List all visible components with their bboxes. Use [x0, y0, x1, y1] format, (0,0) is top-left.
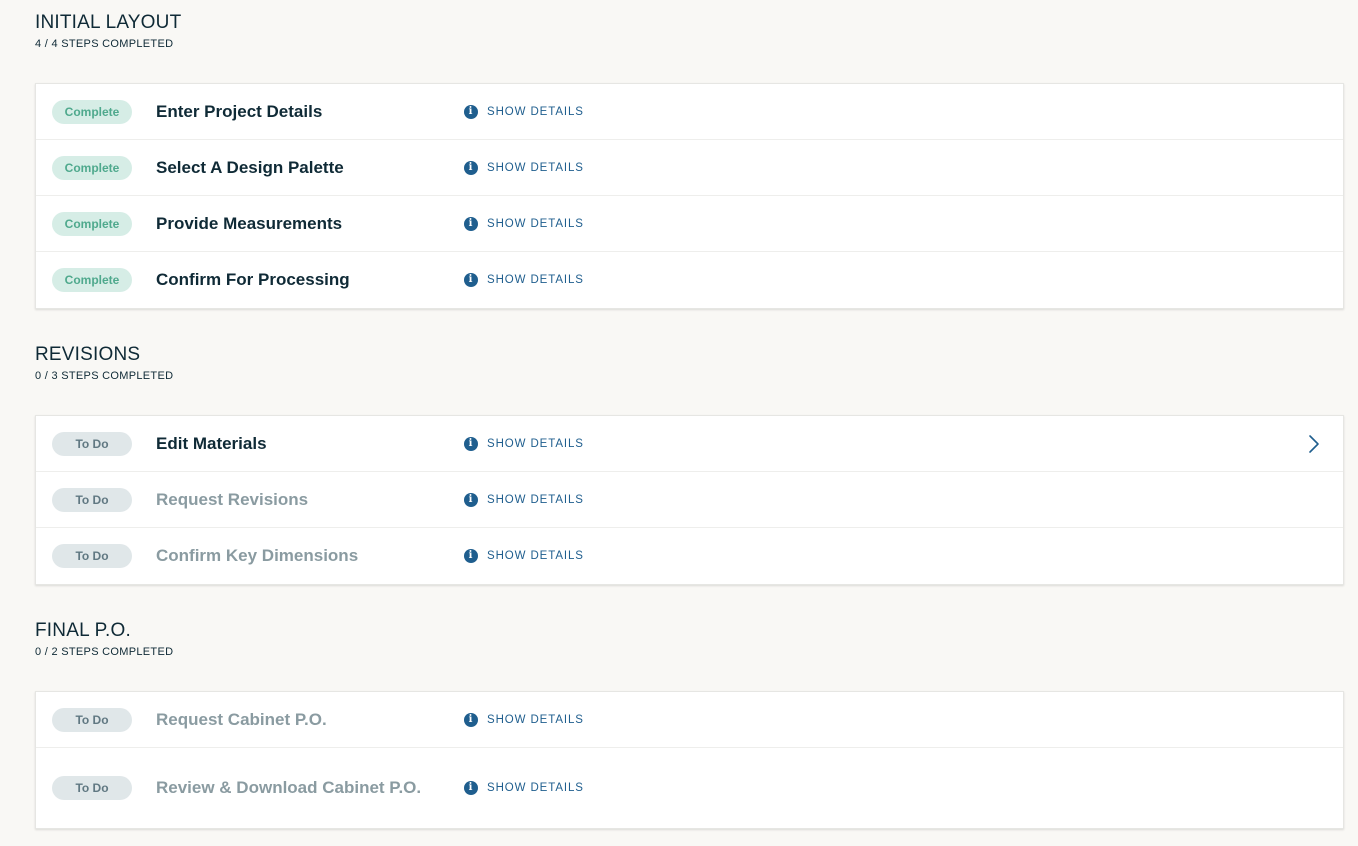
step-title: Provide Measurements: [156, 213, 343, 233]
step-title: Select A Design Palette: [156, 157, 344, 177]
section-progress: 4 / 4 STEPS COMPLETED: [35, 38, 174, 50]
info-icon: i: [464, 273, 478, 287]
info-icon: i: [464, 216, 478, 231]
status-badge: Complete: [52, 155, 132, 180]
section-final-po: FINAL P.O. 0 / 2 STEPS COMPLETED To Do R…: [35, 620, 1344, 829]
step-row-provide-measurements[interactable]: Complete Provide Measurements i SHOW DET…: [36, 196, 1343, 252]
project-steps-page: INITIAL LAYOUT 4 / 4 STEPS COMPLETED Com…: [0, 0, 1358, 846]
show-details-label: SHOW DETAILS: [487, 274, 584, 286]
status-badge: Complete: [52, 211, 132, 236]
info-icon: i: [464, 781, 478, 795]
step-row-confirm-for-processing[interactable]: Complete Confirm For Processing i SHOW D…: [36, 252, 1343, 308]
section-initial-layout: INITIAL LAYOUT 4 / 4 STEPS COMPLETED Com…: [35, 12, 1344, 309]
step-row-edit-materials[interactable]: To Do Edit Materials i SHOW DETAILS: [36, 416, 1343, 472]
show-details-link[interactable]: i SHOW DETAILS: [464, 492, 584, 507]
show-details-link[interactable]: i SHOW DETAILS: [464, 549, 584, 563]
show-details-label: SHOW DETAILS: [487, 217, 584, 230]
status-badge: To Do: [52, 707, 132, 732]
show-details-link[interactable]: i SHOW DETAILS: [464, 436, 584, 451]
status-badge: To Do: [52, 487, 132, 512]
show-details-link[interactable]: i SHOW DETAILS: [464, 273, 584, 287]
status-badge: Complete: [52, 268, 132, 292]
info-icon: i: [464, 549, 478, 563]
info-icon: i: [464, 104, 478, 119]
step-row-request-cabinet-po[interactable]: To Do Request Cabinet P.O. i SHOW DETAIL…: [36, 692, 1343, 748]
section-title: INITIAL LAYOUT: [35, 12, 182, 33]
show-details-link[interactable]: i SHOW DETAILS: [464, 160, 584, 175]
steps-card: To Do Edit Materials i SHOW DETAILS To D…: [35, 415, 1344, 585]
step-title: Enter Project Details: [156, 101, 323, 121]
section-title: REVISIONS: [35, 344, 141, 365]
show-details-link[interactable]: i SHOW DETAILS: [464, 781, 584, 795]
status-badge: To Do: [52, 544, 132, 568]
status-badge: Complete: [52, 99, 132, 124]
step-title: Request Cabinet P.O.: [156, 709, 327, 729]
show-details-label: SHOW DETAILS: [487, 437, 584, 450]
show-details-label: SHOW DETAILS: [487, 161, 584, 174]
show-details-link[interactable]: i SHOW DETAILS: [464, 104, 584, 119]
step-title: Request Revisions: [156, 489, 309, 509]
step-row-enter-project-details[interactable]: Complete Enter Project Details i SHOW DE…: [36, 84, 1343, 140]
show-details-link[interactable]: i SHOW DETAILS: [464, 712, 584, 727]
section-title: FINAL P.O.: [35, 620, 131, 641]
step-row-select-design-palette[interactable]: Complete Select A Design Palette i SHOW …: [36, 140, 1343, 196]
show-details-label: SHOW DETAILS: [487, 782, 584, 794]
info-icon: i: [464, 436, 478, 451]
step-row-review-download-cabinet-po[interactable]: To Do Review & Download Cabinet P.O. i S…: [36, 748, 1343, 828]
info-icon: i: [464, 492, 478, 507]
show-details-label: SHOW DETAILS: [487, 713, 584, 726]
section-progress: 0 / 3 STEPS COMPLETED: [35, 370, 174, 382]
status-badge: To Do: [52, 431, 132, 456]
step-title: Edit Materials: [156, 433, 267, 453]
steps-card: To Do Request Cabinet P.O. i SHOW DETAIL…: [35, 691, 1344, 829]
show-details-label: SHOW DETAILS: [487, 550, 584, 562]
status-badge: To Do: [52, 776, 132, 800]
show-details-label: SHOW DETAILS: [487, 493, 584, 506]
show-details-label: SHOW DETAILS: [487, 105, 584, 118]
info-icon: i: [464, 712, 478, 727]
step-title: Review & Download Cabinet P.O.: [156, 778, 422, 797]
step-title: Confirm For Processing: [156, 270, 350, 289]
step-title: Confirm Key Dimensions: [156, 546, 359, 565]
chevron-right-icon[interactable]: [1307, 434, 1321, 454]
step-row-request-revisions[interactable]: To Do Request Revisions i SHOW DETAILS: [36, 472, 1343, 528]
show-details-link[interactable]: i SHOW DETAILS: [464, 216, 584, 231]
steps-card: Complete Enter Project Details i SHOW DE…: [35, 83, 1344, 309]
step-row-confirm-key-dimensions[interactable]: To Do Confirm Key Dimensions i SHOW DETA…: [36, 528, 1343, 584]
section-revisions: REVISIONS 0 / 3 STEPS COMPLETED To Do Ed…: [35, 344, 1344, 585]
info-icon: i: [464, 160, 478, 175]
section-progress: 0 / 2 STEPS COMPLETED: [35, 646, 174, 658]
